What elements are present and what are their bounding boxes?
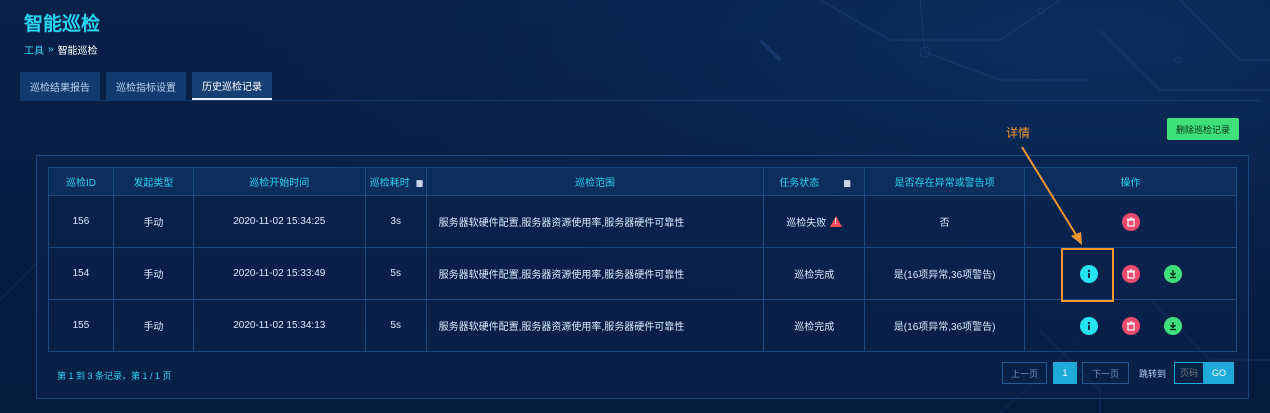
page-number-input[interactable] (1174, 362, 1205, 384)
delete-icon[interactable] (1121, 264, 1140, 283)
cell-scope: 服务器软硬件配置,服务器资源使用率,服务器硬件可靠性 (425, 195, 765, 248)
header-inspection-id: 巡检ID (48, 167, 114, 196)
cell-anomaly: 是(16项异常,36项警告) (864, 299, 1026, 352)
jump-to-label: 跳转到 (1139, 368, 1167, 379)
header-actions: 操作 (1024, 167, 1237, 196)
breadcrumb-separator-icon: » (48, 44, 54, 55)
tab-divider (20, 100, 1260, 101)
sort-icon[interactable]: ▮▮ (416, 178, 424, 188)
cell-duration: 5s (364, 247, 427, 300)
delete-icon[interactable] (1121, 212, 1140, 231)
cell-type: 手动 (112, 195, 194, 248)
go-button[interactable]: GO (1204, 362, 1235, 384)
table-row: 155 手动 2020-11-02 15:34:13 5s 服务器软硬件配置,服… (48, 299, 1237, 352)
cell-anomaly: 是(16项异常,36项警告) (864, 247, 1026, 300)
header-duration[interactable]: 巡检耗时 ▮▮ (364, 167, 427, 196)
header-trigger-type: 发起类型 (112, 167, 194, 196)
cell-id: 154 (48, 247, 114, 300)
pagination: 上一页 1 下一页 跳转到 GO (1002, 362, 1235, 384)
breadcrumb: 工具 » 智能巡检 (24, 42, 98, 57)
delete-icon[interactable] (1121, 316, 1140, 335)
breadcrumb-link-tools[interactable]: 工具 (24, 42, 44, 57)
page-title: 智能巡检 (24, 14, 101, 35)
table-header-row: 巡检ID 发起类型 巡检开始时间 巡检耗时 ▮▮ 巡检范围 任务状态 ▮▮ 是否存在… (48, 167, 1237, 196)
cell-start-time: 2020-11-02 15:34:25 (192, 195, 366, 248)
breadcrumb-current: 智能巡检 (57, 46, 98, 57)
cell-status: 巡检失败 (763, 195, 866, 248)
status-text: 巡检失败 (786, 218, 827, 229)
cell-actions (1024, 247, 1237, 300)
cell-status: 巡检完成 (763, 247, 866, 300)
annotation-highlight-box (1061, 248, 1114, 302)
next-page-button[interactable]: 下一页 (1082, 362, 1129, 384)
cell-start-time: 2020-11-02 15:34:13 (192, 299, 366, 352)
cell-duration: 5s (364, 299, 427, 352)
cell-type: 手动 (112, 299, 194, 352)
cell-id: 155 (48, 299, 114, 352)
sort-icon[interactable]: ▮▮ (843, 178, 851, 188)
cell-start-time: 2020-11-02 15:33:49 (192, 247, 366, 300)
cell-id: 156 (48, 195, 114, 248)
table-row: 154 手动 2020-11-02 15:33:49 5s 服务器软硬件配置,服… (48, 247, 1237, 300)
header-anomaly: 是否存在异常或警告项 (864, 167, 1026, 196)
pagination-summary: 第 1 到 3 条记录，第 1 / 1 页 (57, 371, 172, 381)
warning-icon (830, 216, 843, 227)
cell-type: 手动 (112, 247, 194, 300)
delete-records-button[interactable]: 删除巡检记录 (1167, 118, 1239, 140)
cell-status: 巡检完成 (763, 299, 866, 352)
annotation-label: 详情 (1006, 126, 1031, 140)
page-1-button[interactable]: 1 (1053, 362, 1077, 384)
tab-bar: 巡检结果报告 巡检指标设置 历史巡检记录 (20, 72, 272, 100)
tab-inspection-settings[interactable]: 巡检指标设置 (106, 72, 186, 100)
tab-history-records[interactable]: 历史巡检记录 (192, 72, 272, 100)
header-scope: 巡检范围 (425, 167, 765, 196)
cell-scope: 服务器软硬件配置,服务器资源使用率,服务器硬件可靠性 (425, 299, 765, 352)
header-start-time: 巡检开始时间 (192, 167, 366, 196)
cell-actions (1024, 299, 1237, 352)
header-duration-label: 巡检耗时 (369, 178, 410, 189)
prev-page-button[interactable]: 上一页 (1002, 362, 1047, 384)
cell-actions (1024, 195, 1237, 248)
info-icon[interactable] (1079, 316, 1098, 335)
history-table: 巡检ID 发起类型 巡检开始时间 巡检耗时 ▮▮ 巡检范围 任务状态 ▮▮ 是否存在… (48, 167, 1237, 352)
cell-duration: 3s (364, 195, 427, 248)
table-row: 156 手动 2020-11-02 15:34:25 3s 服务器软硬件配置,服… (48, 195, 1237, 248)
header-task-status-label: 任务状态 (779, 178, 820, 189)
cell-scope: 服务器软硬件配置,服务器资源使用率,服务器硬件可靠性 (425, 247, 765, 300)
download-icon[interactable] (1163, 316, 1182, 335)
download-icon[interactable] (1163, 264, 1182, 283)
header-task-status[interactable]: 任务状态 ▮▮ (763, 167, 866, 196)
tab-inspection-report[interactable]: 巡检结果报告 (20, 72, 100, 100)
cell-anomaly: 否 (864, 195, 1026, 248)
